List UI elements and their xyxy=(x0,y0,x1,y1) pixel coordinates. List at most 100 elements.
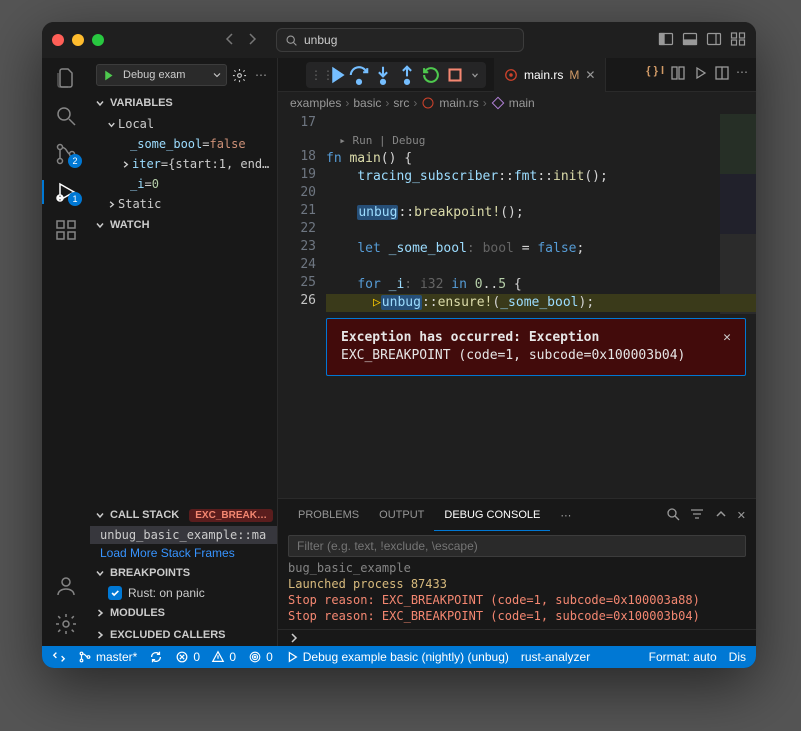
variable-row[interactable]: _i = 0 xyxy=(90,174,277,194)
step-out-button[interactable] xyxy=(396,64,418,86)
scope-local[interactable]: Local xyxy=(90,114,277,134)
rust-file-icon xyxy=(504,68,518,82)
debug-toolbar-chevron-icon[interactable] xyxy=(468,64,482,86)
git-branch-status[interactable]: master* xyxy=(78,650,137,664)
checkbox-checked-icon[interactable] xyxy=(108,586,122,600)
console-output[interactable]: bug_basic_example Launched process 87433… xyxy=(278,561,756,629)
search-text: unbug xyxy=(304,33,337,47)
codelens[interactable]: ▸ Run | Debug xyxy=(339,134,425,147)
toggle-primary-sidebar-icon[interactable] xyxy=(658,31,674,50)
breadcrumb-segment[interactable]: examples xyxy=(290,96,341,110)
explorer-view-icon[interactable] xyxy=(54,66,78,90)
console-prompt[interactable] xyxy=(278,629,756,646)
tab-debug-console[interactable]: DEBUG CONSOLE xyxy=(434,499,550,531)
code-editor[interactable]: 17 18 19 20 21 22 23 24 25 ▷26 ▸ Run | D… xyxy=(278,114,756,498)
close-window-button[interactable] xyxy=(52,34,64,46)
scope-static[interactable]: Static xyxy=(90,194,277,214)
nav-forward-button[interactable] xyxy=(244,31,260,50)
traffic-lights xyxy=(52,34,104,46)
toggle-secondary-sidebar-icon[interactable] xyxy=(706,31,722,50)
variable-row[interactable]: _some_bool = false xyxy=(90,134,277,154)
continue-button[interactable] xyxy=(324,64,346,86)
step-into-button[interactable] xyxy=(372,64,394,86)
titlebar: unbug xyxy=(42,22,756,58)
editor-tab[interactable]: main.rs M ✕ xyxy=(494,58,606,92)
paused-reason-badge: EXC_BREAK… xyxy=(189,509,273,522)
breadcrumbs[interactable]: examples› basic› src› main.rs› main xyxy=(278,92,756,114)
extensions-view-icon[interactable] xyxy=(54,218,78,242)
accounts-icon[interactable] xyxy=(54,574,78,598)
compare-icon[interactable] xyxy=(670,65,686,84)
split-editor-icon[interactable] xyxy=(714,65,730,84)
run-file-icon[interactable] xyxy=(692,65,708,84)
tab-output[interactable]: OUTPUT xyxy=(369,499,434,531)
collapse-panel-icon[interactable] xyxy=(713,506,729,525)
excluded-callers-section-header[interactable]: EXCLUDED CALLERS xyxy=(90,624,277,646)
drag-handle-icon[interactable]: ⋮⋮ xyxy=(310,68,322,82)
search-view-icon[interactable] xyxy=(54,104,78,128)
format-status[interactable]: Format: auto xyxy=(649,650,717,664)
open-launch-json-icon[interactable] xyxy=(229,68,249,83)
close-panel-icon[interactable]: ✕ xyxy=(737,509,746,522)
minimize-window-button[interactable] xyxy=(72,34,84,46)
breadcrumb-segment[interactable]: basic xyxy=(353,96,381,110)
chevron-right-icon xyxy=(288,632,300,644)
console-filter-input[interactable] xyxy=(288,535,746,557)
step-over-button[interactable] xyxy=(348,64,370,86)
remote-indicator[interactable] xyxy=(52,650,66,664)
lsp-status[interactable]: rust-analyzer xyxy=(521,650,590,664)
panel-more-tabs[interactable]: ⋯ xyxy=(550,499,581,531)
chevron-down-icon xyxy=(208,69,226,81)
ports-status[interactable]: 0 xyxy=(248,650,273,664)
breadcrumb-segment[interactable]: src xyxy=(393,96,409,110)
close-tab-icon[interactable]: ✕ xyxy=(585,68,595,82)
run-debug-view-icon[interactable]: 1 xyxy=(54,180,78,204)
callstack-label: CALL STACK xyxy=(110,509,179,521)
debug-more-icon[interactable]: ⋯ xyxy=(251,68,271,82)
load-more-frames-button[interactable]: Load More Stack Frames xyxy=(90,544,277,562)
watch-section-header[interactable]: WATCH xyxy=(90,214,277,236)
close-exception-icon[interactable]: ✕ xyxy=(723,329,731,347)
console-line: Stop reason: EXC_BREAKPOINT (code=1, sub… xyxy=(288,609,746,625)
start-debug-icon[interactable] xyxy=(97,69,119,82)
watch-body xyxy=(90,236,277,504)
problems-status[interactable]: 0 0 xyxy=(175,650,236,664)
status-extra[interactable]: Dis xyxy=(729,650,746,664)
debug-floating-toolbar[interactable]: ⋮⋮ xyxy=(306,62,486,88)
filter-console-icon[interactable] xyxy=(689,506,705,525)
exception-detail: EXC_BREAKPOINT (code=1, subcode=0x100003… xyxy=(341,347,731,365)
nav-back-button[interactable] xyxy=(222,31,238,50)
editor-area: ⋮⋮ main.rs M ✕ { } l xyxy=(278,58,756,646)
editor-tabs: ⋮⋮ main.rs M ✕ { } l xyxy=(278,58,756,92)
command-center[interactable]: unbug xyxy=(276,28,524,52)
breadcrumb-segment[interactable]: main.rs xyxy=(421,96,478,110)
variables-label: VARIABLES xyxy=(110,97,173,109)
breakpoint-item[interactable]: Rust: on panic xyxy=(90,584,277,602)
maximize-window-button[interactable] xyxy=(92,34,104,46)
search-console-icon[interactable] xyxy=(665,506,681,525)
tab-problems[interactable]: PROBLEMS xyxy=(288,499,369,531)
sync-status[interactable] xyxy=(149,650,163,664)
breakpoints-section-header[interactable]: BREAKPOINTS xyxy=(90,562,277,584)
launch-config-selector[interactable]: Debug exam xyxy=(96,64,227,86)
restart-button[interactable] xyxy=(420,64,442,86)
app-window: unbug 2 1 Debug exam xyxy=(42,22,756,668)
breadcrumb-segment[interactable]: main xyxy=(491,96,535,110)
status-bar: master* 0 0 0 Debug example basic (night… xyxy=(42,646,756,668)
customize-layout-icon[interactable] xyxy=(730,31,746,50)
panel: PROBLEMS OUTPUT DEBUG CONSOLE ⋯ ✕ bug_ba xyxy=(278,498,756,646)
stack-frame[interactable]: unbug_basic_example::ma xyxy=(90,526,277,544)
stop-button[interactable] xyxy=(444,64,466,86)
toggle-panel-icon[interactable] xyxy=(682,31,698,50)
json-lang-icon[interactable]: { } l xyxy=(646,65,664,84)
scm-badge: 2 xyxy=(68,154,82,168)
variable-row[interactable]: iter = {start:1, end… xyxy=(90,154,277,174)
more-actions-icon[interactable]: ⋯ xyxy=(736,65,748,84)
settings-gear-icon[interactable] xyxy=(54,612,78,636)
callstack-section-header[interactable]: CALL STACK EXC_BREAK… xyxy=(90,504,277,526)
tab-title: main.rs xyxy=(524,68,563,82)
source-control-view-icon[interactable]: 2 xyxy=(54,142,78,166)
debug-status[interactable]: Debug example basic (nightly) (unbug) xyxy=(285,650,509,664)
variables-section-header[interactable]: VARIABLES xyxy=(90,92,277,114)
modules-section-header[interactable]: MODULES xyxy=(90,602,277,624)
